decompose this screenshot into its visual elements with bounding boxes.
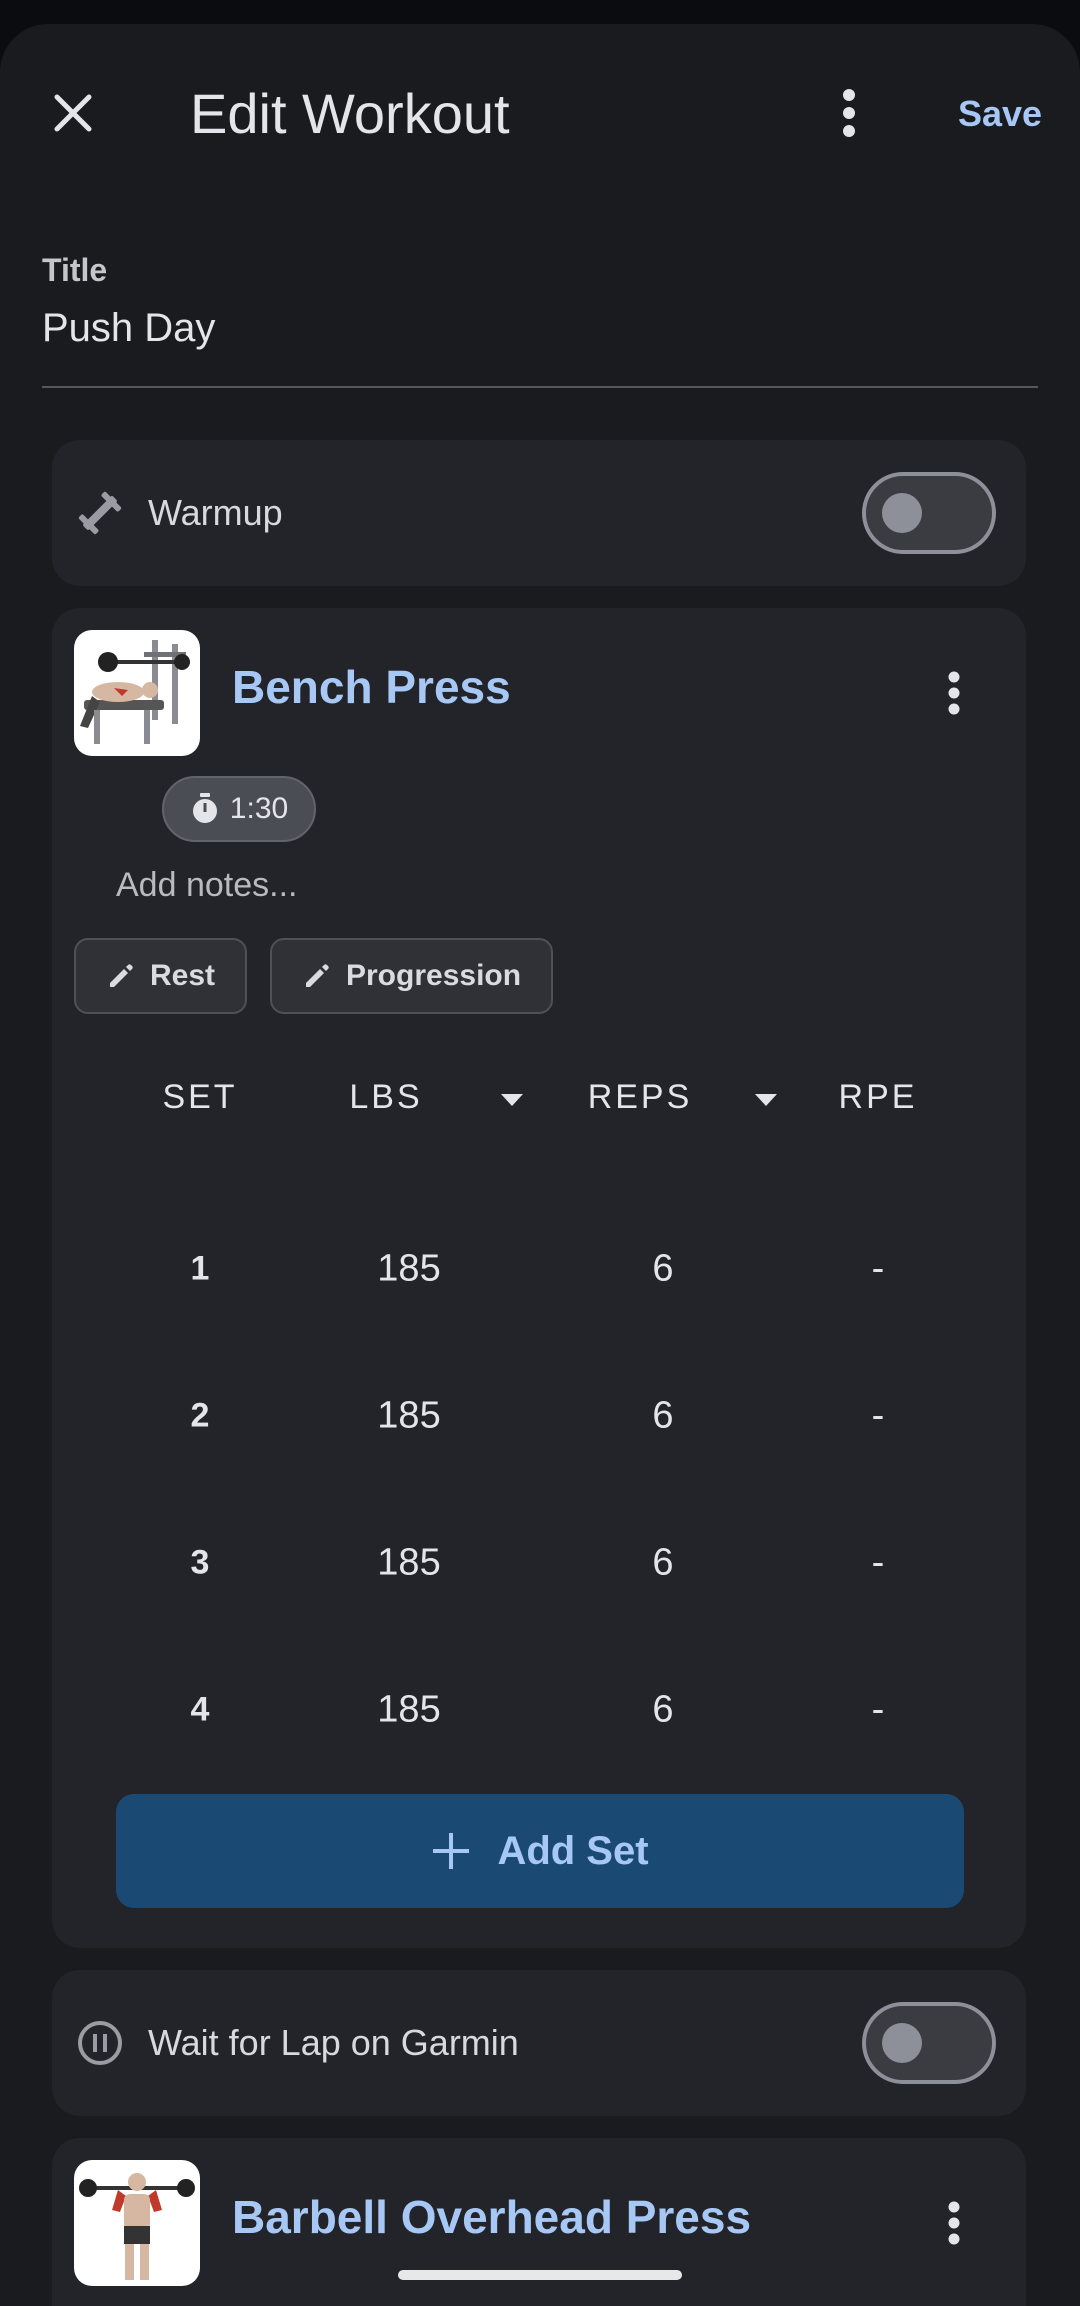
rpe-value[interactable]: - bbox=[872, 1248, 885, 1291]
toggle-knob bbox=[882, 2023, 922, 2063]
column-header-set: SET bbox=[162, 1078, 238, 1116]
more-vert-icon bbox=[948, 2201, 960, 2245]
rest-timer-value: 1:30 bbox=[229, 792, 289, 825]
title-field[interactable]: Title Push Day bbox=[42, 224, 1038, 388]
home-indicator[interactable] bbox=[398, 2270, 682, 2280]
reps-dropdown-icon[interactable] bbox=[755, 1094, 777, 1106]
warmup-label: Warmup bbox=[148, 492, 283, 533]
garmin-lap-row[interactable]: Wait for Lap on Garmin bbox=[52, 1970, 1026, 2116]
toggle-knob bbox=[882, 493, 922, 533]
rpe-value[interactable]: - bbox=[872, 1542, 885, 1585]
close-icon bbox=[54, 94, 92, 132]
lbs-value[interactable]: 185 bbox=[377, 1689, 440, 1732]
column-header-rpe: RPE bbox=[838, 1078, 918, 1116]
set-number: 2 bbox=[190, 1396, 210, 1435]
progression-chip[interactable]: Progression bbox=[270, 938, 554, 1014]
more-vert-icon bbox=[843, 89, 855, 137]
progression-chip-label: Progression bbox=[346, 959, 522, 992]
set-row[interactable]: 3 185 6 - bbox=[52, 1513, 1026, 1613]
add-set-button[interactable]: Add Set bbox=[116, 1794, 964, 1908]
warmup-toggle[interactable] bbox=[862, 472, 996, 554]
lbs-dropdown-icon[interactable] bbox=[501, 1094, 523, 1106]
column-header-reps[interactable]: REPS bbox=[588, 1078, 693, 1117]
notes-input[interactable]: Add notes... bbox=[116, 866, 297, 905]
page-title: Edit Workout bbox=[190, 82, 510, 145]
garmin-lap-label: Wait for Lap on Garmin bbox=[148, 2022, 519, 2063]
set-row[interactable]: 4 185 6 - bbox=[52, 1660, 1026, 1760]
more-vert-icon bbox=[948, 671, 960, 715]
timer-icon bbox=[192, 793, 217, 823]
garmin-lap-toggle[interactable] bbox=[862, 2002, 996, 2084]
close-button[interactable] bbox=[38, 78, 108, 148]
exercise-thumbnail[interactable] bbox=[74, 2160, 200, 2286]
warmup-row[interactable]: Warmup bbox=[52, 440, 1026, 586]
exercise-menu-button[interactable] bbox=[934, 2188, 974, 2258]
set-number: 3 bbox=[190, 1543, 210, 1582]
lbs-value[interactable]: 185 bbox=[377, 1542, 440, 1585]
set-row[interactable]: 1 185 6 - bbox=[52, 1219, 1026, 1319]
exercise-menu-button[interactable] bbox=[934, 658, 974, 728]
bench-press-illustration-icon bbox=[80, 640, 190, 744]
exercise-name[interactable]: Bench Press bbox=[232, 660, 511, 714]
top-app-bar: Edit Workout Save bbox=[0, 24, 1080, 174]
title-label: Title bbox=[42, 252, 108, 288]
save-button[interactable]: Save bbox=[940, 82, 1060, 146]
pause-circle-icon bbox=[72, 2015, 128, 2071]
column-header-lbs[interactable]: LBS bbox=[349, 1078, 422, 1117]
overhead-press-illustration-icon bbox=[79, 2173, 195, 2280]
exercise-thumbnail[interactable] bbox=[74, 630, 200, 756]
rest-chip[interactable]: Rest bbox=[74, 938, 248, 1014]
rpe-value[interactable]: - bbox=[872, 1689, 885, 1732]
exercise-card-bench-press: Bench Press 1:30 Add notes... Rest Progr… bbox=[52, 608, 1026, 1948]
set-number: 1 bbox=[190, 1249, 210, 1288]
edit-workout-sheet: Edit Workout Save Title Push Day Warmup … bbox=[0, 24, 1080, 2306]
edit-pencil-icon bbox=[306, 964, 329, 987]
set-number: 4 bbox=[190, 1690, 210, 1729]
dumbbell-icon bbox=[72, 485, 128, 541]
plus-icon bbox=[433, 1833, 470, 1869]
title-input[interactable]: Push Day bbox=[42, 306, 215, 351]
reps-value[interactable]: 6 bbox=[652, 1689, 673, 1732]
overflow-menu-button[interactable] bbox=[820, 78, 878, 148]
rest-chip-label: Rest bbox=[150, 959, 216, 992]
reps-value[interactable]: 6 bbox=[652, 1542, 673, 1585]
add-set-label: Add Set bbox=[497, 1828, 649, 1873]
lbs-value[interactable]: 185 bbox=[377, 1395, 440, 1438]
edit-pencil-icon bbox=[110, 964, 133, 987]
lbs-value[interactable]: 185 bbox=[377, 1248, 440, 1291]
exercise-name[interactable]: Barbell Overhead Press bbox=[232, 2190, 751, 2244]
reps-value[interactable]: 6 bbox=[652, 1248, 673, 1291]
exercise-card-overhead-press: Barbell Overhead Press bbox=[52, 2138, 1026, 2306]
reps-value[interactable]: 6 bbox=[652, 1395, 673, 1438]
rest-timer-chip[interactable]: 1:30 bbox=[162, 776, 316, 842]
set-row[interactable]: 2 185 6 - bbox=[52, 1366, 1026, 1466]
rpe-value[interactable]: - bbox=[872, 1395, 885, 1438]
